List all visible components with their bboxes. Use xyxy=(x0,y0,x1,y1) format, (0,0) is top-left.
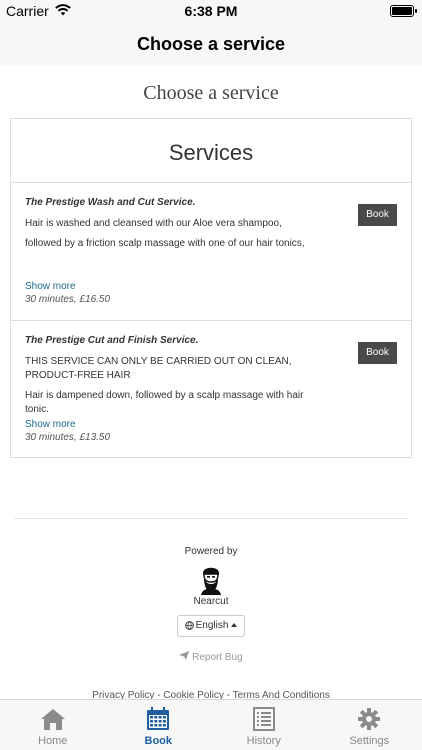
service-description: Hair is washed and cleansed with our Alo… xyxy=(25,217,315,279)
service-description-line: THIS SERVICE CAN ONLY BE CARRIED OUT ON … xyxy=(25,356,292,381)
status-bar: Carrier 6:38 PM xyxy=(0,0,422,22)
content-area[interactable]: Choose a service Services The Prestige W… xyxy=(0,66,422,699)
services-panel: Services The Prestige Wash and Cut Servi… xyxy=(10,118,412,458)
status-time: 6:38 PM xyxy=(184,3,238,19)
service-description-line: Hair is washed and cleansed with our Alo… xyxy=(25,218,282,229)
tab-history[interactable]: History xyxy=(211,700,317,750)
list-icon xyxy=(252,707,275,731)
divider xyxy=(14,518,408,519)
show-more-link[interactable]: Show more xyxy=(25,281,315,292)
service-item: The Prestige Cut and Finish Service. THI… xyxy=(11,321,411,459)
page-heading: Choose a service xyxy=(143,82,279,104)
tab-settings[interactable]: Settings xyxy=(317,700,422,750)
nearcut-logo-icon xyxy=(201,567,221,595)
gear-icon xyxy=(358,708,381,730)
home-icon xyxy=(40,709,65,730)
service-name: The Prestige Cut and Finish Service. xyxy=(25,335,199,346)
navigation-title: Choose a service xyxy=(0,22,422,66)
powered-by-label: Powered by xyxy=(184,546,238,557)
brand-name: Nearcut xyxy=(193,596,229,607)
calendar-icon xyxy=(147,707,170,730)
tab-label: Settings xyxy=(349,735,390,747)
caret-up-icon xyxy=(231,623,238,628)
tab-label: Home xyxy=(38,735,68,747)
language-label: English xyxy=(195,620,229,631)
globe-icon xyxy=(184,621,194,630)
book-button[interactable]: Book xyxy=(358,342,397,364)
report-bug-label: Report Bug xyxy=(192,652,243,663)
service-duration-price: 30 minutes, £13.50 xyxy=(25,432,111,443)
footer: Powered by Nearcut English Report Bug xyxy=(0,546,422,665)
show-more-link[interactable]: Show more xyxy=(25,419,315,430)
book-button[interactable]: Book xyxy=(358,204,397,226)
tab-bar: Home Book History Settings xyxy=(0,699,422,750)
tab-home[interactable]: Home xyxy=(0,700,106,750)
service-description-line: Hair is dampened down, followed by a sca… xyxy=(25,390,304,415)
send-icon xyxy=(179,651,190,660)
report-bug-link[interactable]: Report Bug xyxy=(179,651,243,663)
service-description-line: followed by a friction scalp massage wit… xyxy=(25,238,305,249)
battery-icon xyxy=(390,5,417,17)
service-duration-price: 30 minutes, £16.50 xyxy=(25,294,111,305)
language-selector[interactable]: English xyxy=(176,615,246,637)
service-description: THIS SERVICE CAN ONLY BE CARRIED OUT ON … xyxy=(25,355,315,417)
legal-links[interactable]: Privacy Policy - Cookie Policy - Terms A… xyxy=(0,690,422,699)
panel-title: Services xyxy=(11,119,411,183)
tab-book[interactable]: Book xyxy=(106,700,212,750)
service-item: The Prestige Wash and Cut Service. Hair … xyxy=(11,183,411,321)
tab-label: History xyxy=(246,735,281,747)
tab-label: Book xyxy=(144,735,173,747)
service-name: The Prestige Wash and Cut Service. xyxy=(25,197,196,208)
